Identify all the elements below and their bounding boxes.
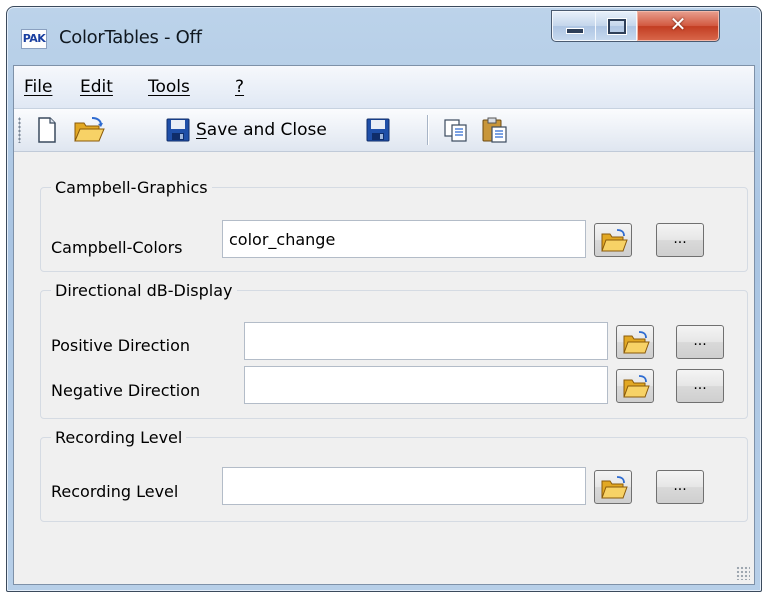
positive-direction-options-button[interactable]: ... (676, 325, 724, 359)
open-folder-icon (601, 229, 628, 252)
maximize-button[interactable] (595, 10, 638, 42)
open-folder-icon (623, 375, 650, 398)
negative-direction-label: Negative Direction (51, 381, 201, 400)
minimize-icon (566, 28, 584, 34)
menu-help[interactable]: ? (235, 77, 244, 97)
toolbar-grip[interactable] (18, 117, 21, 143)
copy-button[interactable] (442, 116, 470, 144)
close-button[interactable]: ✕ (637, 10, 720, 42)
menu-file[interactable]: File (24, 77, 52, 97)
application-window: PAK ColorTables - Off ✕ File Edit Tools … (6, 6, 762, 592)
directional-db-display-legend: Directional dB-Display (55, 281, 233, 300)
new-document-icon (38, 117, 56, 143)
campbell-colors-options-button[interactable]: ... (656, 223, 704, 257)
app-logo-icon: PAK (21, 29, 47, 49)
campbell-graphics-legend: Campbell-Graphics (55, 178, 208, 197)
campbell-colors-browse-folder-button[interactable] (594, 223, 632, 257)
positive-direction-input[interactable] (244, 322, 608, 360)
paste-icon (482, 117, 507, 143)
recording-level-input[interactable] (222, 467, 586, 505)
minimize-button[interactable] (551, 10, 597, 42)
menu-tools[interactable]: Tools (148, 77, 190, 97)
recording-level-legend: Recording Level (55, 428, 183, 447)
paste-button[interactable] (480, 116, 510, 144)
new-document-button[interactable] (34, 116, 60, 144)
recording-level-label: Recording Level (51, 482, 179, 501)
campbell-colors-label: Campbell-Colors (51, 238, 183, 257)
window-title: ColorTables - Off (59, 27, 202, 48)
negative-direction-browse-folder-button[interactable] (616, 369, 654, 403)
recording-level-browse-folder-button[interactable] (594, 470, 632, 504)
copy-icon (444, 119, 467, 142)
campbell-colors-input[interactable] (222, 220, 586, 258)
save-and-close-label: Save and Close (196, 120, 327, 140)
save-icon (166, 118, 190, 142)
client-area: File Edit Tools ? Save and Close Campbel… (13, 65, 755, 585)
menu-bar: File Edit Tools ? (14, 66, 754, 108)
save-button[interactable] (364, 116, 394, 144)
save-and-close-button[interactable]: Save and Close (164, 116, 354, 144)
resize-grip[interactable] (736, 566, 750, 580)
save-icon (366, 118, 390, 142)
maximize-icon (607, 18, 627, 35)
positive-direction-label: Positive Direction (51, 336, 191, 355)
close-icon: ✕ (669, 12, 687, 36)
toolbar-separator (427, 115, 428, 145)
negative-direction-input[interactable] (244, 366, 608, 404)
positive-direction-browse-folder-button[interactable] (616, 325, 654, 359)
negative-direction-options-button[interactable]: ... (676, 369, 724, 403)
open-folder-icon (74, 117, 105, 142)
open-folder-button[interactable] (72, 116, 106, 144)
title-bar[interactable]: PAK ColorTables - Off ✕ (7, 7, 761, 65)
toolbar: Save and Close (14, 108, 754, 152)
menu-edit[interactable]: Edit (80, 77, 113, 97)
open-folder-icon (601, 476, 628, 499)
open-folder-icon (623, 331, 650, 354)
recording-level-options-button[interactable]: ... (656, 470, 704, 504)
